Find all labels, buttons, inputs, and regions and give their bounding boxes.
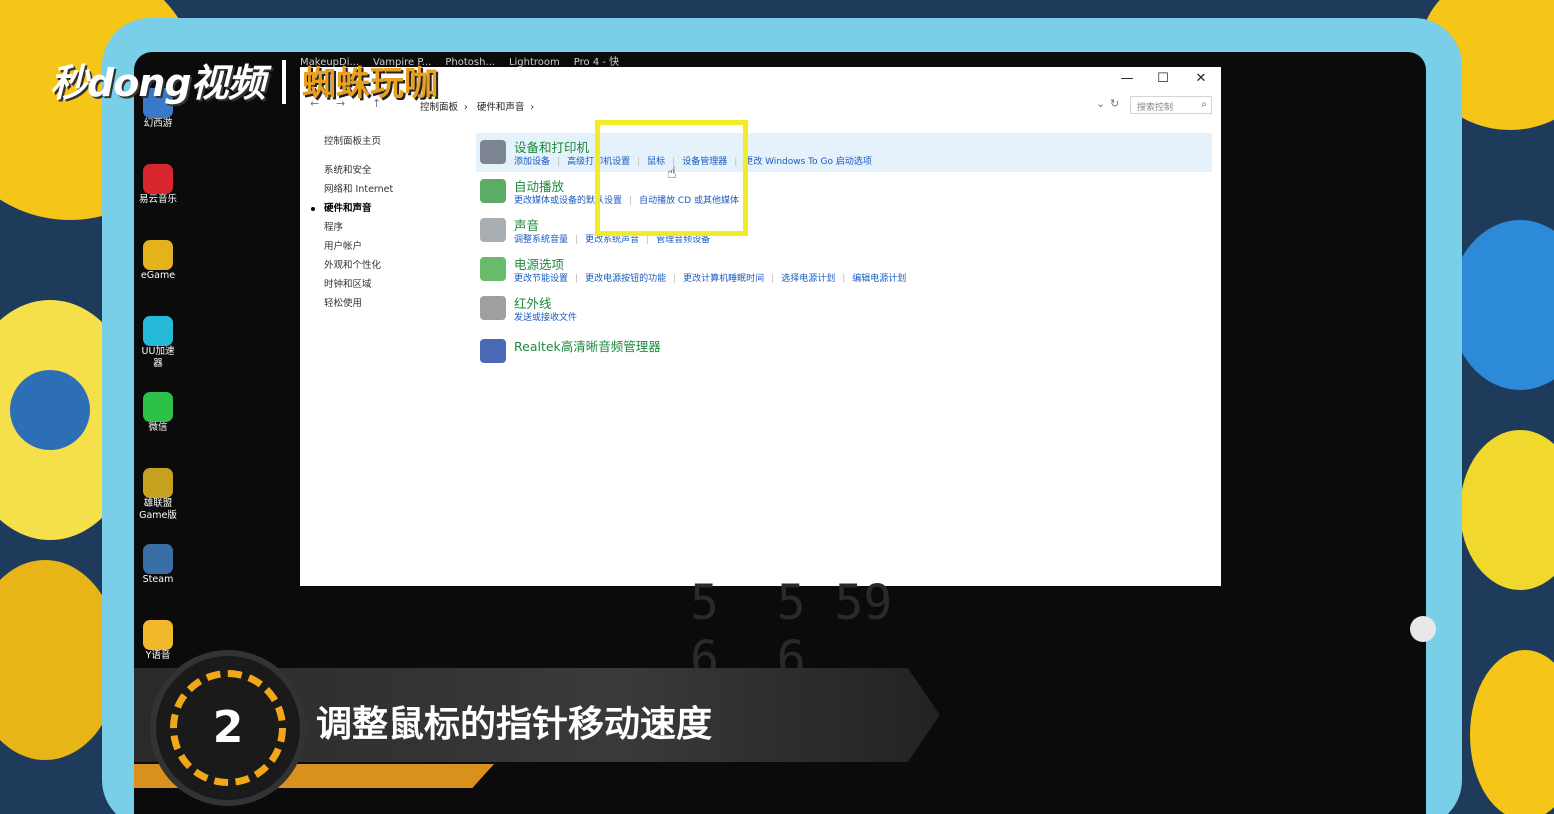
- hand-cursor-icon: ☝: [667, 163, 677, 182]
- egame-icon: [143, 240, 173, 270]
- logo-miaodong: 秒dong视频: [50, 61, 266, 105]
- link-separator: |: [771, 274, 775, 284]
- category-item: 声音 调整系统音量 | 更改系统声音 | 管理音频设备: [476, 211, 1212, 250]
- sidebar: 控制面板主页 系统和安全 网络和 Internet 硬件和声音 程序 用户帐户 外观和个性…: [311, 133, 464, 313]
- power-icon: [480, 257, 506, 281]
- desktop-icon[interactable]: eGame: [134, 240, 182, 282]
- link-separator: |: [575, 274, 579, 284]
- category-item: 自动播放 更改媒体或设备的默认设置 | 自动播放 CD 或其他媒体: [476, 172, 1212, 211]
- link-separator: |: [557, 157, 561, 167]
- minimize-button[interactable]: —: [1112, 70, 1142, 88]
- chevron-down-icon[interactable]: ⌄: [1096, 97, 1105, 110]
- desktop-icon-label: 幻西游: [143, 118, 173, 129]
- category-list: 设备和打印机 添加设备 | 高级打印机设置 | 鼠标 | 设备管理器 | 更改 Windows T…: [476, 133, 1212, 363]
- frame-clip-icon: [1410, 616, 1436, 642]
- netease-music-icon: [143, 164, 173, 194]
- category-links: 更改节能设置 | 更改电源按钮的功能 | 更改计算机睡眠时间 | 选择电源计划 | 编辑电源计划: [514, 271, 906, 284]
- infrared-icon: [480, 296, 506, 320]
- category-link[interactable]: 编辑电源计划: [852, 271, 906, 284]
- link-separator: |: [673, 274, 677, 284]
- desktop-icon[interactable]: Steam: [134, 544, 182, 586]
- realtek-icon: [480, 339, 506, 363]
- address-bar: ← → ↑ 控制面板 › 硬件和声音 › ⌄ ↻ 搜索控制 ⌕: [300, 93, 1221, 117]
- desktop-icon[interactable]: 微信: [134, 392, 182, 434]
- steam-icon: [143, 544, 173, 574]
- wechat-icon: [143, 392, 173, 422]
- category-link[interactable]: 更改计算机睡眠时间: [683, 271, 764, 284]
- breadcrumb-item-hardware-sound[interactable]: 硬件和声音: [477, 102, 525, 113]
- maximize-button[interactable]: ☐: [1148, 70, 1178, 88]
- lol-icon: [143, 468, 173, 498]
- sidebar-home-link[interactable]: 控制面板主页: [324, 133, 464, 147]
- link-separator: |: [575, 235, 579, 245]
- uu-accelerator-icon: [143, 316, 173, 346]
- breadcrumb-separator: ›: [464, 102, 468, 113]
- logo-divider: [282, 60, 286, 104]
- close-button[interactable]: ✕: [1186, 70, 1216, 88]
- step-caption: 调整鼠标的指针移动速度: [316, 704, 713, 745]
- category-links: 发送或接收文件: [514, 310, 577, 323]
- sidebar-item[interactable]: 系统和安全: [324, 161, 464, 180]
- step-number: 2: [212, 702, 244, 753]
- sidebar-item[interactable]: 外观和个性化: [324, 256, 464, 275]
- sidebar-items: 系统和安全 网络和 Internet 硬件和声音 程序 用户帐户 外观和个性化 时钟和区域轻…: [311, 161, 464, 313]
- refresh-icon[interactable]: ↻: [1110, 97, 1119, 110]
- printer-icon: [480, 140, 506, 164]
- sidebar-item[interactable]: 时钟和区域: [324, 275, 464, 294]
- category-item: 电源选项 更改节能设置 | 更改电源按钮的功能 | 更改计算机睡眠时间 | 选择电源计划 | 编辑…: [476, 250, 1212, 289]
- logo-spider-channel: 蜘蛛玩咖: [302, 64, 438, 104]
- autoplay-icon: [480, 179, 506, 203]
- desktop-icon[interactable]: UU加速 器: [134, 316, 182, 370]
- speaker-icon: [480, 218, 506, 242]
- search-input[interactable]: 搜索控制 ⌕: [1130, 96, 1212, 114]
- sidebar-item[interactable]: 程序: [324, 218, 464, 237]
- desktop-icon[interactable]: 雄联盟 Game版: [134, 468, 182, 522]
- sidebar-item[interactable]: 轻松使用: [324, 294, 464, 313]
- category-link[interactable]: 更改 Windows To Go 启动选项: [744, 154, 872, 167]
- category-title[interactable]: Realtek高清晰音频管理器: [514, 336, 661, 355]
- desktop-icon-label: 易云音乐: [138, 194, 177, 205]
- desktop-icon-label: UU加速 器: [141, 346, 175, 369]
- breadcrumb-separator: ›: [530, 102, 535, 113]
- breadcrumb: 控制面板 › 硬件和声音 ›: [420, 99, 540, 113]
- desktop-icon[interactable]: 易云音乐: [134, 164, 182, 206]
- category-link[interactable]: 更改电源按钮的功能: [585, 271, 666, 284]
- desktop-icon-label: Steam: [142, 574, 174, 585]
- sidebar-item[interactable]: 网络和 Internet: [324, 180, 464, 199]
- category-link[interactable]: 调整系统音量: [514, 232, 568, 245]
- category-link[interactable]: 更改节能设置: [514, 271, 568, 284]
- category-link[interactable]: 添加设备: [514, 154, 550, 167]
- sidebar-item[interactable]: 硬件和声音: [311, 199, 464, 218]
- category-item: 红外线 发送或接收文件: [476, 289, 1212, 328]
- category-item: Realtek高清晰音频管理器: [476, 332, 1212, 363]
- link-separator: |: [842, 274, 846, 284]
- desktop-icon[interactable]: Y语音: [134, 620, 182, 662]
- yy-voice-icon: [143, 620, 173, 650]
- category-link[interactable]: 发送或接收文件: [514, 310, 577, 323]
- desktop-icon-label: eGame: [140, 270, 176, 281]
- desktop-icon-label: Y语音: [145, 650, 171, 661]
- sidebar-item[interactable]: 用户帐户: [324, 237, 464, 256]
- desktop-icon-label: 微信: [148, 422, 168, 433]
- category-item: 设备和打印机 添加设备 | 高级打印机设置 | 鼠标 | 设备管理器 | 更改 Windows T…: [476, 133, 1212, 172]
- search-placeholder: 搜索控制: [1137, 103, 1174, 113]
- control-panel-window: — ☐ ✕ ← → ↑ 控制面板 › 硬件和声音 › ⌄ ↻ 搜索控制 ⌕ 控制面板…: [300, 67, 1221, 586]
- search-icon[interactable]: ⌕: [1201, 99, 1207, 110]
- desktop-icon-label: 雄联盟 Game版: [139, 498, 177, 521]
- category-link[interactable]: 选择电源计划: [781, 271, 835, 284]
- link-separator: |: [646, 235, 650, 245]
- title-bar: — ☐ ✕: [300, 67, 1221, 91]
